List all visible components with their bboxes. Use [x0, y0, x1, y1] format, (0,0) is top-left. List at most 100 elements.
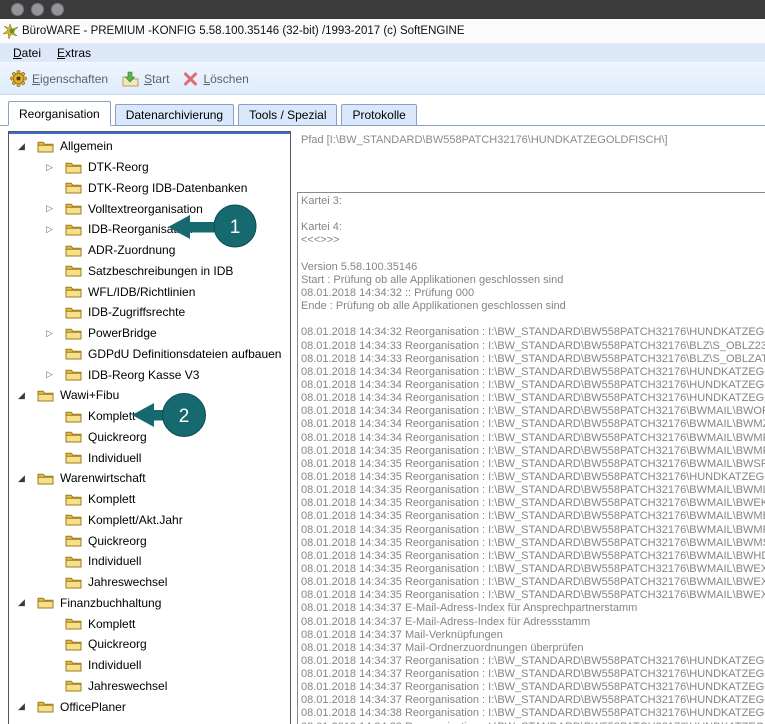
folder-icon [65, 285, 82, 298]
expander-expanded-icon[interactable]: ◢ [18, 702, 37, 711]
menu-datei[interactable]: Datei [5, 46, 49, 60]
tree-item-komplett[interactable]: Komplett [9, 489, 290, 510]
tree-panel: ◢Allgemein▷DTK-Reorg DTK-Reorg IDB-Datenb… [8, 131, 291, 724]
tree-item-label: Quickreorg [88, 637, 147, 651]
folder-icon [37, 596, 54, 609]
start-folder-icon [122, 71, 139, 87]
tree-item-label: Satzbeschreibungen in IDB [88, 264, 233, 278]
tab-datenarchivierung[interactable]: Datenarchivierung [115, 104, 234, 125]
folder-icon [65, 430, 82, 443]
folder-icon [65, 451, 82, 464]
tree-item-individuell[interactable]: Individuell [9, 447, 290, 468]
tab-reorganisation[interactable]: Reorganisation [8, 101, 111, 126]
expander-collapsed-icon[interactable]: ▷ [46, 329, 65, 338]
folder-icon [65, 534, 82, 547]
tree-item-label: Volltextreorganisation [88, 202, 203, 216]
folder-icon [65, 347, 82, 360]
log-line: 08.01.2018 14:34:35 Reorganisation : I:\… [301, 563, 765, 576]
folder-icon [37, 389, 54, 402]
tree-item-individuell[interactable]: Individuell [9, 655, 290, 676]
log-line: Kartei 4: [301, 221, 765, 234]
tree-item-jahreswechsel[interactable]: Jahreswechsel [9, 676, 290, 697]
tree-item-powerbridge[interactable]: ▷ PowerBridge [9, 323, 290, 344]
folder-icon [65, 576, 82, 589]
tree-item-label: GDPdU Definitionsdateien aufbauen [88, 347, 281, 361]
expander-collapsed-icon[interactable]: ▷ [46, 370, 65, 379]
tree-item-officeplaner[interactable]: ◢ OfficePlaner [9, 696, 290, 717]
log-line: 08.01.2018 14:34:35 Reorganisation : I:\… [301, 589, 765, 602]
folder-icon [37, 700, 54, 713]
menu-extras[interactable]: Extras [49, 46, 99, 60]
tree-item-volltextreorganisation[interactable]: ▷ Volltextreorganisation [9, 198, 290, 219]
tree-item-warenwirtschaft[interactable]: ◢ Warenwirtschaft [9, 468, 290, 489]
tree-item-label: Warenwirtschaft [60, 471, 146, 485]
log-line: 08.01.2018 14:34:35 Reorganisation : I:\… [301, 471, 765, 484]
tree-item-label: OfficePlaner [60, 700, 126, 714]
log-output[interactable]: Kartei 3: Kartei 4:<<<>>> Version 5.58.100… [297, 192, 765, 724]
tree-item-label: DTK-Reorg IDB-Datenbanken [88, 181, 247, 195]
mac-window-bar [0, 0, 765, 19]
expander-expanded-icon[interactable]: ◢ [18, 142, 37, 151]
tree-item-idb-zugriffsrechte[interactable]: IDB-Zugriffsrechte [9, 302, 290, 323]
log-line: Kartei 3: [301, 195, 765, 208]
tree-item-label: WFL/IDB/Richtlinien [88, 285, 195, 299]
log-line [301, 248, 765, 261]
tree-item-komplett-akt-jahr[interactable]: Komplett/Akt.Jahr [9, 510, 290, 531]
tab-protokolle[interactable]: Protokolle [341, 104, 416, 125]
expander-expanded-icon[interactable]: ◢ [18, 474, 37, 483]
log-line: 08.01.2018 14:34:34 Reorganisation : I:\… [301, 432, 765, 445]
window-zoom-button[interactable] [51, 3, 64, 16]
tree-item-idb-reorg-kasse-v3[interactable]: ▷IDB-Reorg Kasse V3 [9, 364, 290, 385]
tree-item-individuell[interactable]: Individuell [9, 551, 290, 572]
tree-item-jahreswechsel[interactable]: Jahreswechsel [9, 572, 290, 593]
tree-item-dtk-reorg[interactable]: ▷DTK-Reorg [9, 157, 290, 178]
tree-item-label: Individuell [88, 451, 141, 465]
tree-item-wawi-fibu[interactable]: ◢Wawi+Fibu [9, 385, 290, 406]
folder-icon [65, 555, 82, 568]
expander-expanded-icon[interactable]: ◢ [18, 391, 37, 400]
log-line: 08.01.2018 14:34:37 Reorganisation : I:\… [301, 668, 765, 681]
log-line: 08.01.2018 14:34:35 Reorganisation : I:\… [301, 510, 765, 523]
tree-item-quickreorg[interactable]: Quickreorg [9, 634, 290, 655]
folder-icon [65, 513, 82, 526]
log-line: 08.01.2018 14:34:32 Reorganisation : I:\… [301, 326, 765, 339]
tree-item-label: PowerBridge [88, 326, 157, 340]
tree-item-satzbeschreibungen-in-idb[interactable]: Satzbeschreibungen in IDB [9, 261, 290, 282]
loeschen-button-label: Löschen [203, 72, 248, 86]
log-line: 08.01.2018 14:34:33 Reorganisation : I:\… [301, 353, 765, 366]
start-button[interactable]: Start [122, 71, 169, 87]
gear-icon [10, 70, 27, 87]
log-line: 08.01.2018 14:34:34 Reorganisation : I:\… [301, 405, 765, 418]
log-line: Ende : Prüfung ob alle Applikationen ges… [301, 300, 765, 313]
tree-item-komplett[interactable]: Komplett [9, 613, 290, 634]
log-line: <<<>>> [301, 234, 765, 247]
log-line: Version 5.58.100.35146 [301, 261, 765, 274]
folder-icon [65, 181, 82, 194]
tree-item-adr-zuordnung[interactable]: ADR-Zuordnung [9, 240, 290, 261]
tree-item-finanzbuchhaltung[interactable]: ◢Finanzbuchhaltung [9, 593, 290, 614]
tree-item-gdpdu-definitionsdateien-aufbauen[interactable]: GDPdU Definitionsdateien aufbauen [9, 344, 290, 365]
window-minimize-button[interactable] [31, 3, 44, 16]
folder-icon [65, 223, 82, 236]
titlebar: BüroWARE - PREMIUM -KONFIG 5.58.100.3514… [0, 19, 765, 43]
tree-item-komplett[interactable]: Komplett [9, 406, 290, 427]
app-icon [3, 24, 18, 39]
folder-icon [65, 493, 82, 506]
loeschen-button[interactable]: Löschen [183, 72, 248, 86]
tree-item-label: Komplett/Akt.Jahr [88, 513, 183, 527]
tree-item-quickreorg[interactable]: Quickreorg [9, 427, 290, 448]
tree-item-idb-reorganisation[interactable]: ▷IDB-Reorganisation [9, 219, 290, 240]
expander-collapsed-icon[interactable]: ▷ [46, 225, 65, 234]
tree-item-allgemein[interactable]: ◢Allgemein [9, 136, 290, 157]
window-close-button[interactable] [11, 3, 24, 16]
tab-tools-spezial[interactable]: Tools / Spezial [238, 104, 337, 125]
expander-collapsed-icon[interactable]: ▷ [46, 204, 65, 213]
expander-expanded-icon[interactable]: ◢ [18, 598, 37, 607]
eigenschaften-button[interactable]: Eigenschaften [10, 70, 108, 87]
folder-icon [65, 264, 82, 277]
tree-item-dtk-reorg-idb-datenbanken[interactable]: DTK-Reorg IDB-Datenbanken [9, 178, 290, 199]
tree-item-quickreorg[interactable]: Quickreorg [9, 530, 290, 551]
log-line: 08.01.2018 14:34:35 Reorganisation : I:\… [301, 484, 765, 497]
tree-item-wfl-idb-richtlinien[interactable]: WFL/IDB/Richtlinien [9, 281, 290, 302]
expander-collapsed-icon[interactable]: ▷ [46, 163, 65, 172]
